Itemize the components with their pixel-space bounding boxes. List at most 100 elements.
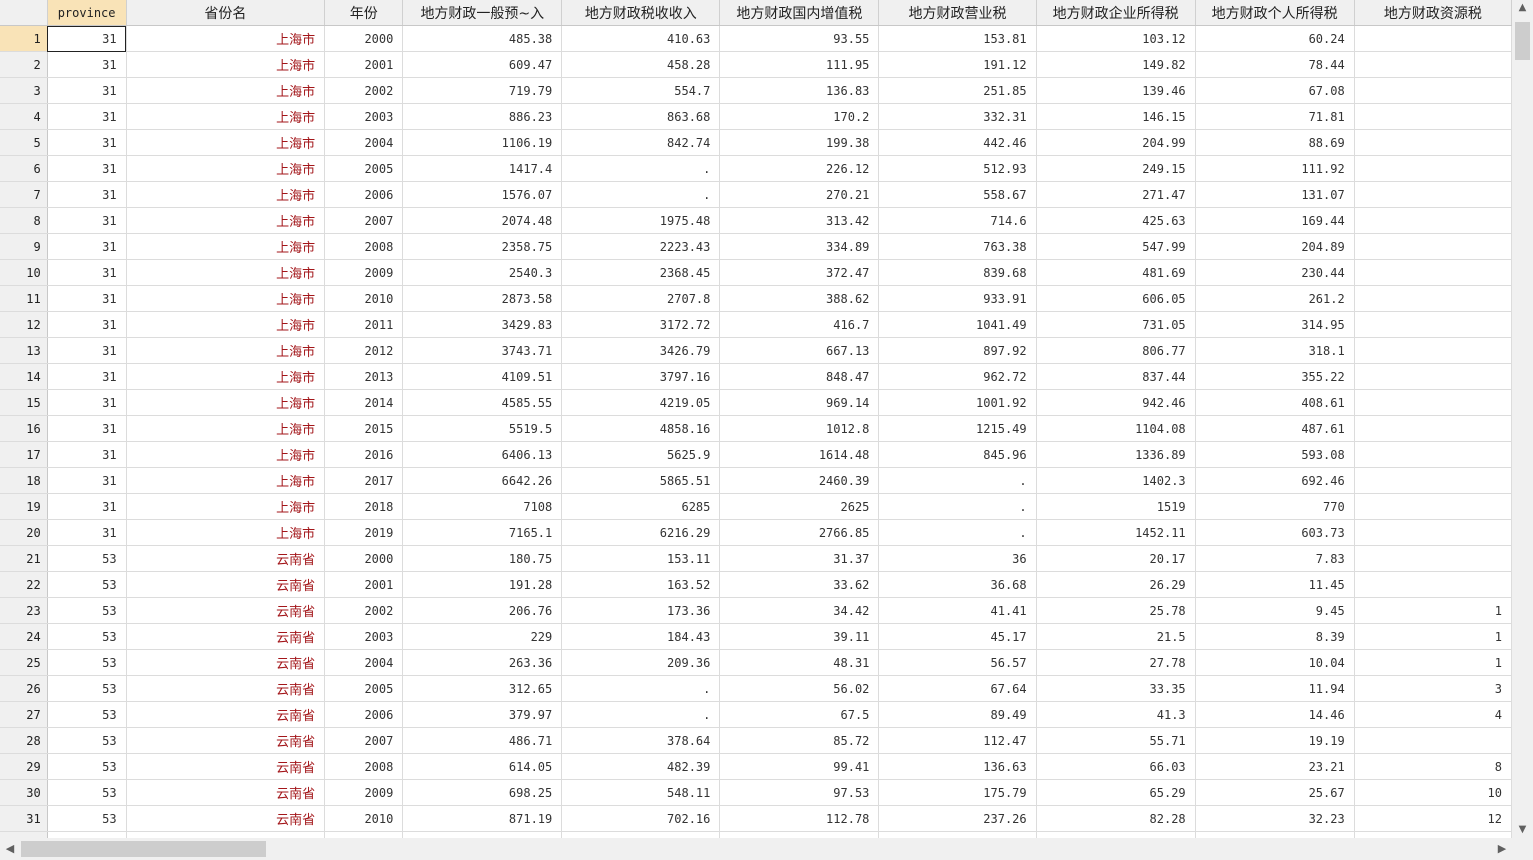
table-cell[interactable]: 2358.75 (402, 233, 563, 260)
column-header[interactable]: 省份名 (126, 0, 326, 26)
table-cell[interactable] (1354, 233, 1512, 260)
table-cell[interactable]: 886.23 (402, 103, 563, 130)
table-cell[interactable]: 2006 (324, 181, 404, 208)
table-cell[interactable] (1354, 25, 1512, 52)
table-cell[interactable]: 云南省 (126, 571, 326, 598)
table-cell[interactable]: 89.49 (878, 701, 1037, 728)
row-number[interactable]: 9 (0, 233, 48, 260)
row-number[interactable]: 29 (0, 753, 48, 780)
table-cell[interactable] (1354, 311, 1512, 338)
table-cell[interactable]: 6285 (561, 493, 721, 520)
table-cell[interactable]: 上海市 (126, 103, 326, 130)
table-row[interactable]: 28 53 云南省 2007 486.71 378.64 85.72 112.47 55.71 1… (0, 727, 1512, 754)
table-cell[interactable]: 53 (47, 649, 127, 676)
table-cell[interactable]: 21.5 (1036, 623, 1196, 650)
table-cell[interactable] (1354, 467, 1512, 494)
table-cell[interactable]: 2000 (324, 25, 404, 52)
table-cell[interactable]: 442.46 (878, 129, 1037, 156)
table-cell[interactable]: 2009 (324, 259, 404, 286)
row-number[interactable]: 31 (0, 805, 48, 832)
table-cell[interactable]: 上海市 (126, 519, 326, 546)
table-cell[interactable]: 169.44 (1195, 207, 1355, 234)
table-cell[interactable]: 上海市 (126, 77, 326, 104)
table-cell[interactable]: 548.11 (561, 779, 721, 806)
row-number[interactable]: 20 (0, 519, 48, 546)
table-cell[interactable]: 702.16 (561, 805, 721, 832)
table-cell[interactable]: 4219.05 (561, 389, 721, 416)
table-cell[interactable]: 33.62 (719, 571, 880, 598)
table-cell[interactable]: 355.22 (1195, 363, 1355, 390)
table-row[interactable]: 5 31 上海市 2004 1106.19 842.74 199.38 442.46 204.9… (0, 129, 1512, 156)
table-cell[interactable]: 184.43 (561, 623, 721, 650)
row-number[interactable]: 27 (0, 701, 48, 728)
table-cell[interactable]: 82.28 (1036, 805, 1196, 832)
table-row[interactable]: 20 31 上海市 2019 7165.1 6216.29 2766.85. 1452.11 6… (0, 519, 1512, 546)
row-number[interactable]: 4 (0, 103, 48, 130)
table-cell[interactable]: 2011 (324, 311, 404, 338)
scroll-up-icon[interactable]: ▲ (1512, 0, 1533, 16)
table-cell[interactable]: 318.1 (1195, 337, 1355, 364)
table-row[interactable]: 21 53 云南省 2000 180.75 153.11 31.37 36 20.17 7.83 (0, 545, 1512, 572)
table-cell[interactable]: 8.39 (1195, 623, 1355, 650)
table-row[interactable]: 30 53 云南省 2009 698.25 548.11 97.53 175.79 65.29 2… (0, 779, 1512, 806)
table-cell[interactable]: 2766.85 (719, 519, 880, 546)
table-cell[interactable]: 7108 (402, 493, 563, 520)
table-cell[interactable]: 204.89 (1195, 233, 1355, 260)
table-cell[interactable] (1354, 337, 1512, 364)
column-header[interactable]: 地方财政营业税 (878, 0, 1037, 26)
table-cell[interactable]: 31 (47, 285, 127, 312)
table-cell[interactable]: 271.47 (1036, 181, 1196, 208)
table-cell[interactable]: 136.83 (719, 77, 880, 104)
table-cell[interactable]: 12 (1354, 805, 1512, 832)
table-cell[interactable]: 806.77 (1036, 337, 1196, 364)
table-cell[interactable]: 2707.8 (561, 285, 721, 312)
table-row[interactable]: 11 31 上海市 2010 2873.58 2707.8 388.62 933.91 606.… (0, 285, 1512, 312)
table-cell[interactable]: 1 (1354, 623, 1512, 650)
table-cell[interactable]: 763.38 (878, 233, 1037, 260)
table-cell[interactable]: 1336.89 (1036, 441, 1196, 468)
table-cell[interactable]: 1975.48 (561, 207, 721, 234)
table-cell[interactable]: 6216.29 (561, 519, 721, 546)
table-cell[interactable]: 7165.1 (402, 519, 563, 546)
table-cell[interactable]: 180.75 (402, 545, 563, 572)
table-row[interactable]: 4 31 上海市 2003 886.23 863.68 170.2 332.31 146.15 7… (0, 103, 1512, 130)
table-cell[interactable]: 云南省 (126, 805, 326, 832)
table-cell[interactable]: 1 (1354, 649, 1512, 676)
grid-corner[interactable] (0, 0, 48, 26)
table-cell[interactable]: 11.45 (1195, 571, 1355, 598)
table-row[interactable]: 17 31 上海市 2016 6406.13 5625.9 1614.48 845.96 133… (0, 441, 1512, 468)
table-cell[interactable]: 5519.5 (402, 415, 563, 442)
table-cell[interactable]: 191.12 (878, 51, 1037, 78)
row-number[interactable]: 19 (0, 493, 48, 520)
column-header[interactable]: 地方财政税收收入 (561, 0, 721, 26)
table-cell[interactable]: 871.19 (402, 805, 563, 832)
row-number[interactable]: 2 (0, 51, 48, 78)
table-cell[interactable]: 2015 (324, 415, 404, 442)
table-cell[interactable]: 53 (47, 545, 127, 572)
table-cell[interactable]: 34.42 (719, 597, 880, 624)
table-cell[interactable]: 53 (47, 675, 127, 702)
table-row[interactable]: 24 53 云南省 2003 229 184.43 39.11 45.17 21.5 8.39 1 (0, 623, 1512, 650)
table-cell[interactable]: 416.7 (719, 311, 880, 338)
table-cell[interactable]: 698.25 (402, 779, 563, 806)
table-cell[interactable]: 10.04 (1195, 649, 1355, 676)
table-cell[interactable]: 2006 (324, 701, 404, 728)
table-cell[interactable]: 3 (1354, 675, 1512, 702)
table-cell[interactable]: 313.42 (719, 207, 880, 234)
table-cell[interactable]: 692.46 (1195, 467, 1355, 494)
table-cell[interactable]: 上海市 (126, 259, 326, 286)
table-cell[interactable]: 942.46 (1036, 389, 1196, 416)
table-cell[interactable]: 332.31 (878, 103, 1037, 130)
table-cell[interactable]: 31 (47, 233, 127, 260)
table-cell[interactable]: 97.53 (719, 779, 880, 806)
table-cell[interactable]: 53 (47, 701, 127, 728)
table-cell[interactable]: 719.79 (402, 77, 563, 104)
table-cell[interactable]: 88.69 (1195, 129, 1355, 156)
table-cell[interactable]: 31 (47, 363, 127, 390)
table-cell[interactable]: 云南省 (126, 545, 326, 572)
table-cell[interactable]: 上海市 (126, 207, 326, 234)
table-cell[interactable]: 41.41 (878, 597, 1037, 624)
table-cell[interactable]: 3426.79 (561, 337, 721, 364)
table-cell[interactable]: 6642.26 (402, 467, 563, 494)
table-cell[interactable]: 2019 (324, 519, 404, 546)
